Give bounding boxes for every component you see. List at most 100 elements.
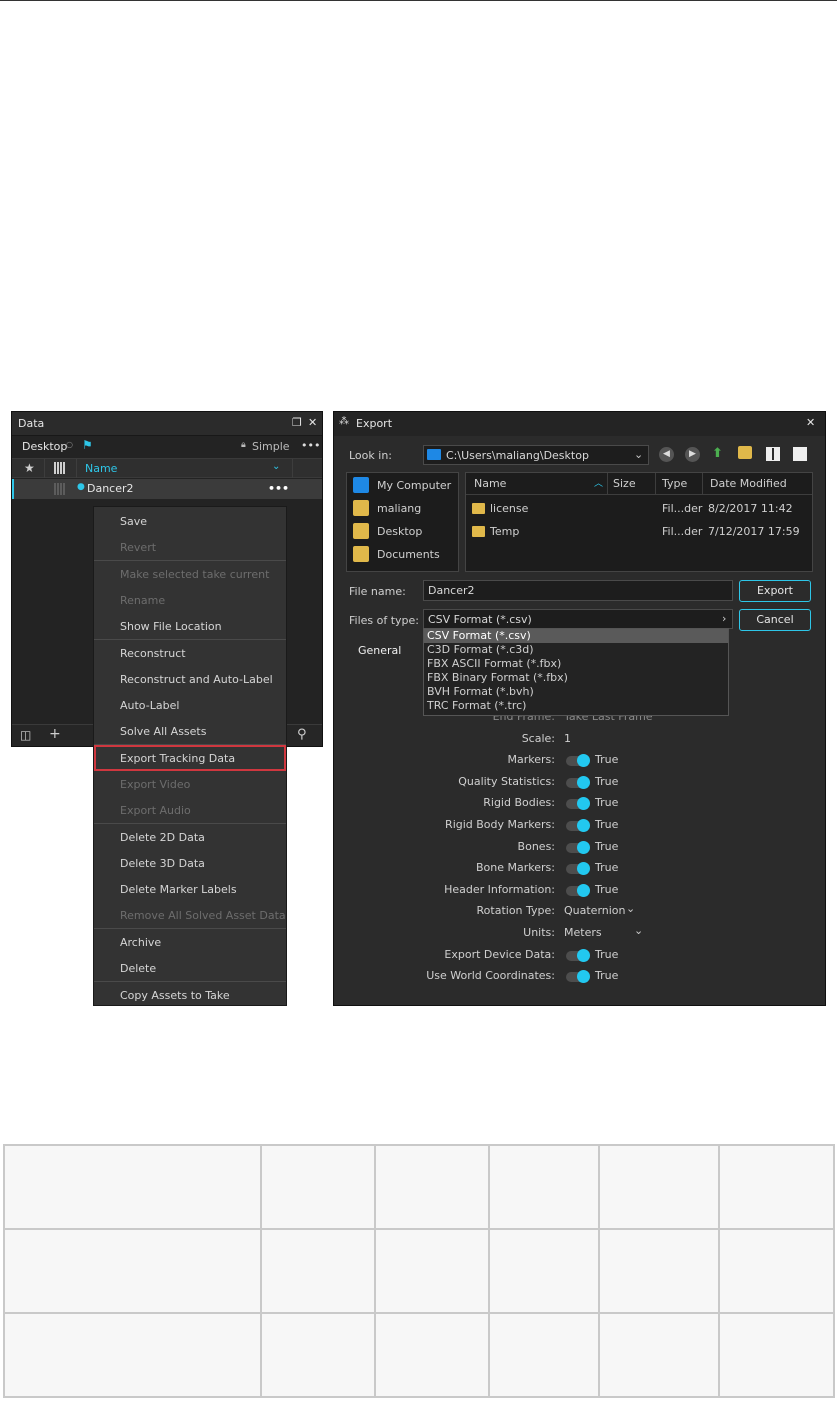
location-label[interactable]: Desktop bbox=[22, 440, 67, 453]
flag-icon[interactable]: ⚑ bbox=[82, 438, 93, 452]
table-cell bbox=[260, 1228, 376, 1314]
close-icon[interactable]: ✕ bbox=[806, 416, 815, 429]
look-in-dropdown[interactable]: C:\Users\maliang\Desktop ⌄ bbox=[423, 445, 649, 465]
toggle-switch[interactable] bbox=[566, 776, 590, 789]
menu-item-label: Solve All Assets bbox=[120, 725, 207, 738]
menu-item-label: Export Tracking Data bbox=[120, 752, 236, 765]
look-in-path: C:\Users\maliang\Desktop bbox=[446, 449, 589, 462]
toggle-switch[interactable] bbox=[566, 797, 590, 810]
menu-item-reconstruct[interactable]: Reconstruct bbox=[94, 640, 286, 666]
property-use-world-coordinates: Use World Coordinates: True bbox=[334, 969, 825, 987]
sort-ascending-icon[interactable]: ︿ bbox=[594, 476, 603, 489]
barcode-icon bbox=[54, 483, 66, 495]
back-arrow-icon[interactable]: ◀ bbox=[659, 447, 674, 462]
forward-arrow-icon[interactable]: ▶ bbox=[685, 447, 700, 462]
chevron-icon: › bbox=[722, 612, 727, 625]
table-cell bbox=[3, 1312, 262, 1398]
file-row[interactable]: Temp Fil...der 7/12/2017 17:59 bbox=[466, 523, 812, 543]
menu-item-reconstruct-auto-label[interactable]: Reconstruct and Auto-Label bbox=[94, 666, 286, 692]
chevron-down-icon[interactable]: ⌄ bbox=[272, 461, 280, 472]
toggle-switch[interactable] bbox=[566, 884, 590, 897]
table-row bbox=[3, 1312, 835, 1398]
tab-general[interactable]: General bbox=[358, 644, 401, 657]
row-more-button[interactable]: ••• bbox=[268, 482, 289, 495]
maximize-icon[interactable]: ❐ bbox=[292, 416, 302, 429]
monitor-icon bbox=[427, 449, 441, 460]
menu-item-export-tracking-data[interactable]: Export Tracking Data bbox=[94, 745, 286, 771]
search-icon[interactable]: ⚲ bbox=[297, 727, 307, 742]
menu-item-delete-3d-data[interactable]: Delete 3D Data bbox=[94, 850, 286, 876]
property-label: Header Information: bbox=[444, 883, 555, 896]
star-icon[interactable]: ★ bbox=[24, 461, 35, 475]
panel-toggle-icon[interactable]: ◫ bbox=[20, 728, 31, 742]
menu-item-export-audio: Export Audio bbox=[94, 797, 286, 823]
menu-item-auto-label[interactable]: Auto-Label bbox=[94, 692, 286, 718]
file-name-input[interactable]: Dancer2 bbox=[423, 580, 733, 601]
menu-item-delete-2d-data[interactable]: Delete 2D Data bbox=[94, 824, 286, 850]
column-header-type[interactable]: Type bbox=[662, 477, 687, 490]
toggle-switch[interactable] bbox=[566, 970, 590, 983]
menu-item-show-file-location[interactable]: Show File Location bbox=[94, 613, 286, 639]
menu-item-make-current: Make selected take current bbox=[94, 561, 286, 587]
lock-icon[interactable]: 🔒︎ bbox=[241, 440, 246, 450]
chevron-down-icon[interactable]: ⌄ bbox=[634, 924, 643, 937]
barcode-icon[interactable] bbox=[54, 462, 66, 474]
table-cell bbox=[374, 1228, 490, 1314]
place-label: Desktop bbox=[377, 525, 423, 538]
location-dropdown-icon[interactable]: ○ bbox=[66, 440, 73, 449]
detail-view-icon[interactable] bbox=[793, 447, 807, 461]
option-trc[interactable]: TRC Format (*.trc) bbox=[424, 699, 728, 713]
status-dot-icon: ● bbox=[77, 482, 85, 492]
column-header-name[interactable]: Name bbox=[474, 477, 506, 490]
file-type: Fil...der bbox=[662, 525, 703, 538]
menu-item-label: Remove All Solved Asset Data bbox=[120, 909, 286, 922]
column-header-size[interactable]: Size bbox=[613, 477, 636, 490]
file-name-label: File name: bbox=[349, 585, 406, 598]
export-button[interactable]: Export bbox=[739, 580, 811, 602]
table-row[interactable]: ● Dancer2 ••• bbox=[12, 479, 322, 499]
name-column-header[interactable]: Name bbox=[85, 462, 117, 475]
option-fbx-binary[interactable]: FBX Binary Format (*.fbx) bbox=[424, 671, 728, 685]
menu-item-delete-marker-labels[interactable]: Delete Marker Labels bbox=[94, 876, 286, 902]
property-value[interactable]: Quaternion bbox=[564, 904, 626, 917]
property-bone-markers: Bone Markers: True bbox=[334, 861, 825, 879]
column-header-date-modified[interactable]: Date Modified bbox=[710, 477, 787, 490]
table-cell bbox=[260, 1312, 376, 1398]
table-cell bbox=[260, 1144, 376, 1230]
more-options-icon[interactable]: ••• bbox=[301, 439, 320, 452]
menu-item-label: Archive bbox=[120, 936, 162, 949]
menu-item-archive[interactable]: Archive bbox=[94, 929, 286, 955]
close-icon[interactable]: ✕ bbox=[308, 416, 317, 429]
column-divider bbox=[76, 459, 77, 478]
list-view-icon[interactable] bbox=[766, 447, 780, 461]
menu-item-label: Reconstruct and Auto-Label bbox=[120, 673, 273, 686]
column-divider bbox=[702, 473, 703, 495]
up-folder-icon[interactable]: ⬆ bbox=[712, 446, 723, 461]
property-value[interactable]: 1 bbox=[564, 732, 571, 745]
toggle-switch[interactable] bbox=[566, 819, 590, 832]
menu-item-delete[interactable]: Delete bbox=[94, 955, 286, 981]
view-mode-label[interactable]: Simple bbox=[252, 440, 290, 453]
toggle-switch[interactable] bbox=[566, 862, 590, 875]
cancel-button[interactable]: Cancel bbox=[739, 609, 811, 631]
file-row[interactable]: license Fil...der 8/2/2017 11:42 bbox=[466, 500, 812, 520]
menu-item-copy-assets-to-take[interactable]: Copy Assets to Take bbox=[94, 982, 286, 1008]
property-value[interactable]: Meters bbox=[564, 926, 602, 939]
toggle-switch[interactable] bbox=[566, 754, 590, 767]
table-cell bbox=[488, 1312, 600, 1398]
table-cell bbox=[3, 1144, 262, 1230]
place-label: Documents bbox=[377, 548, 440, 561]
option-fbx-ascii[interactable]: FBX ASCII Format (*.fbx) bbox=[424, 657, 728, 671]
add-icon[interactable]: + bbox=[49, 726, 61, 742]
option-csv[interactable]: CSV Format (*.csv) bbox=[424, 629, 728, 643]
toggle-switch[interactable] bbox=[566, 949, 590, 962]
menu-item-solve-all-assets[interactable]: Solve All Assets bbox=[94, 718, 286, 744]
chevron-down-icon[interactable]: ⌄ bbox=[626, 902, 635, 915]
table-cell bbox=[374, 1312, 490, 1398]
option-bvh[interactable]: BVH Format (*.bvh) bbox=[424, 685, 728, 699]
new-folder-icon[interactable] bbox=[738, 446, 752, 459]
toggle-switch[interactable] bbox=[566, 841, 590, 854]
files-of-type-dropdown[interactable]: CSV Format (*.csv) › bbox=[423, 609, 733, 629]
option-c3d[interactable]: C3D Format (*.c3d) bbox=[424, 643, 728, 657]
menu-item-save[interactable]: Save bbox=[94, 508, 286, 534]
